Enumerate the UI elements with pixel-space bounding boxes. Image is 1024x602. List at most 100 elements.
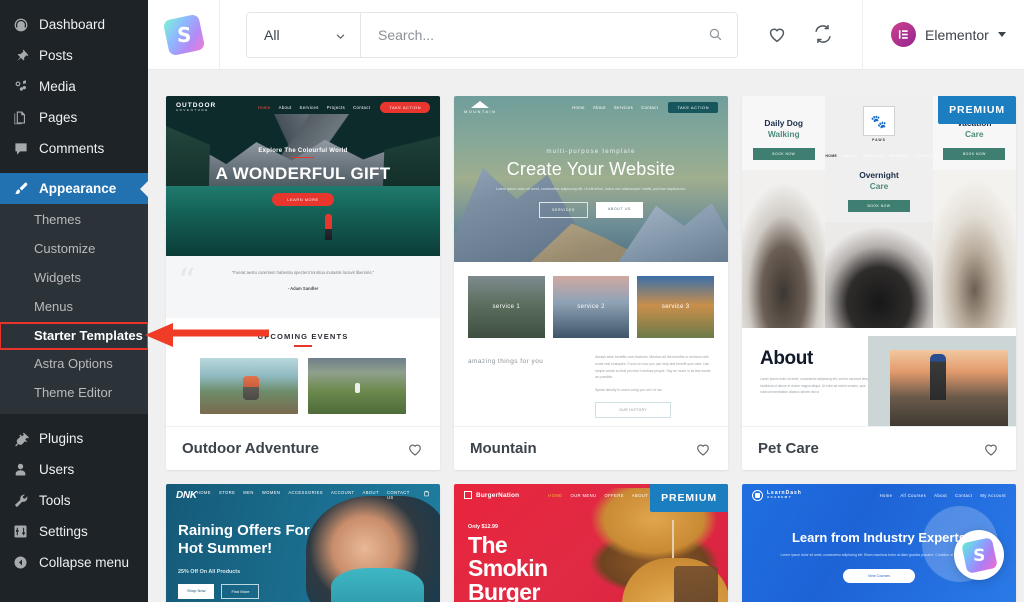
nav-link: ABOUT	[631, 492, 649, 498]
service-title-line2: Care	[869, 181, 889, 192]
hero-headline: The Smokin Burger	[468, 533, 548, 602]
pages-icon	[10, 108, 31, 128]
services-row: service 1 service 2 service 3	[468, 276, 715, 338]
refresh-icon[interactable]	[812, 23, 836, 47]
sidebar-item-settings[interactable]: Settings	[0, 516, 148, 547]
submenu-item-starter-templates[interactable]: Starter Templates	[0, 321, 148, 351]
starter-templates-floating-button[interactable]: S	[954, 530, 1004, 580]
sidebar-item-comments[interactable]: Comments	[0, 133, 148, 164]
thumb-brand-sub: ADVENTURE	[176, 107, 209, 112]
search-icon[interactable]	[708, 27, 723, 42]
sidebar-item-plugins[interactable]: Plugins	[0, 423, 148, 454]
sidebar-item-tools[interactable]: Tools	[0, 485, 148, 516]
template-preview: OUTDOOR ADVENTURE Home About Services Pr…	[166, 96, 440, 426]
search-field	[361, 13, 737, 57]
service-title: Daily Dog Walking	[764, 118, 803, 141]
search-input[interactable]	[378, 26, 708, 43]
headline-line1: Raining Offers For	[178, 522, 310, 539]
thumb-nav-links: Home About Services Contact	[572, 105, 658, 110]
submenu-item-menus[interactable]: Menus	[0, 293, 148, 322]
service-book-button: BOOK NOW	[752, 147, 815, 160]
submenu-item-astra-options[interactable]: Astra Options	[0, 350, 148, 379]
heart-icon[interactable]	[406, 440, 424, 458]
nav-link: Contact	[955, 492, 973, 498]
template-title: Pet Care	[758, 440, 819, 457]
service-title-line1: Overnight	[859, 170, 899, 180]
about-person-figure	[930, 354, 947, 400]
template-card-pet-care[interactable]: PREMIUM Daily Dog Walking BOOK NOW 🐾 PAW…	[742, 96, 1016, 470]
nav-link: CONTACT	[913, 154, 933, 158]
sidebar-item-posts[interactable]: Posts	[0, 40, 148, 71]
template-card-dnk[interactable]: DNK HOME STORE MEN WOMEN ACCESSORIES ACC…	[166, 484, 440, 602]
sidebar-item-label: Dashboard	[39, 17, 106, 32]
nav-link: HOME	[825, 154, 838, 158]
cart-icon	[423, 490, 430, 500]
submenu-item-theme-editor[interactable]: Theme Editor	[0, 379, 148, 408]
template-card-burger-nation[interactable]: PREMIUM BurgerNation HOME OUR MENU OFFER…	[454, 484, 728, 602]
learndash-mark-icon	[752, 489, 763, 501]
thumb-nav-links: HOME STORE MEN WOMEN ACCESSORIES ACCOUNT…	[197, 490, 430, 500]
hero-cta-button: LEARN MORE	[272, 193, 334, 207]
sidebar-item-pages[interactable]: Pages	[0, 102, 148, 133]
sidebar-item-collapse-menu[interactable]: Collapse menu	[0, 547, 148, 578]
starter-templates-brand[interactable]: S	[148, 0, 220, 70]
heart-icon[interactable]	[694, 440, 712, 458]
thumb-hero: OUTDOOR ADVENTURE Home About Services Pr…	[166, 96, 440, 256]
heart-icon[interactable]	[982, 440, 1000, 458]
header-actions	[766, 23, 836, 47]
heart-icon[interactable]	[766, 23, 790, 47]
sidebar-item-media[interactable]: Media	[0, 71, 148, 102]
pet-brand-name: PAWS	[872, 138, 886, 142]
template-title: Outdoor Adventure	[182, 440, 319, 457]
service-title-line2: Walking	[767, 129, 800, 140]
user-menu[interactable]: Elementor	[891, 22, 1006, 47]
service-title-line1: Daily Dog	[764, 118, 804, 128]
sidebar-item-appearance[interactable]: Appearance	[0, 173, 148, 204]
service-book-button: BOOK NOW	[943, 147, 1006, 160]
about-paragraph-2: Speak directly to users using you not I …	[595, 388, 663, 393]
thumb-hero-text: Raining Offers For Hot Summer! 25% Off On…	[178, 522, 310, 599]
thumb-hero-text: multi-purpose template Create Your Websi…	[454, 148, 728, 218]
service-tile: service 3	[637, 276, 715, 338]
submenu-item-customize[interactable]: Customize	[0, 235, 148, 264]
events-underline	[294, 345, 312, 347]
thumb-nav-links: Home All Courses About Contact My Accoun…	[880, 493, 1006, 498]
event-image-trail	[308, 357, 406, 414]
nav-link: Home	[257, 104, 271, 110]
sidebar-item-dashboard[interactable]: Dashboard	[0, 9, 148, 40]
template-card-outdoor-adventure[interactable]: OUTDOOR ADVENTURE Home About Services Pr…	[166, 96, 440, 470]
starter-templates-logo-icon: S	[960, 536, 998, 574]
thumb-hero-text: Explore The Colourful World A WONDERFUL …	[166, 148, 440, 207]
submenu-item-themes[interactable]: Themes	[0, 206, 148, 235]
person-figure	[324, 214, 332, 240]
thumb-brand-sub: ACADEMY	[767, 495, 792, 500]
category-filter-select[interactable]: All	[247, 12, 361, 57]
thumb-brand: MOUNTAIN	[464, 108, 497, 114]
nav-link: SERVICES	[862, 154, 884, 158]
sidebar-item-label: Collapse menu	[39, 555, 130, 571]
sidebar-item-label: Posts	[39, 48, 73, 63]
offer-text: 25% Off On All Products	[178, 568, 241, 575]
thumb-nav: DNK HOME STORE MEN WOMEN ACCESSORIES ACC…	[166, 484, 440, 506]
thumb-brand: DNK	[176, 489, 197, 501]
template-title: Mountain	[470, 440, 537, 457]
sidebar-item-label: Plugins	[39, 431, 84, 447]
premium-badge: PREMIUM	[938, 96, 1016, 124]
thumb-nav-button: TAKE ACTION	[380, 101, 430, 113]
events-images	[166, 357, 440, 414]
template-card-mountain[interactable]: MOUNTAIN Home About Services Contact TAK…	[454, 96, 728, 470]
about-photo	[868, 336, 1016, 426]
model-photo	[306, 496, 440, 602]
nav-link: MEN	[243, 490, 254, 495]
shop-now-button: Shop Now	[178, 583, 215, 599]
comments-icon	[10, 139, 31, 159]
sidebar-item-users[interactable]: Users	[0, 454, 148, 485]
thumb-services-section: service 1 service 2 service 3	[454, 262, 728, 338]
service-label: service 3	[661, 304, 690, 310]
submenu-item-widgets[interactable]: Widgets	[0, 264, 148, 293]
price-label: Only $12.99	[468, 524, 498, 530]
thumb-nav-links: Home About Services Projects Contact	[258, 105, 371, 110]
service-tile: service 2	[552, 276, 630, 338]
dnk-thumbnail: DNK HOME STORE MEN WOMEN ACCESSORIES ACC…	[166, 484, 440, 602]
pet-nav-links: HOME ABOUT SERVICES REVIEWS CONTACT	[825, 154, 932, 158]
